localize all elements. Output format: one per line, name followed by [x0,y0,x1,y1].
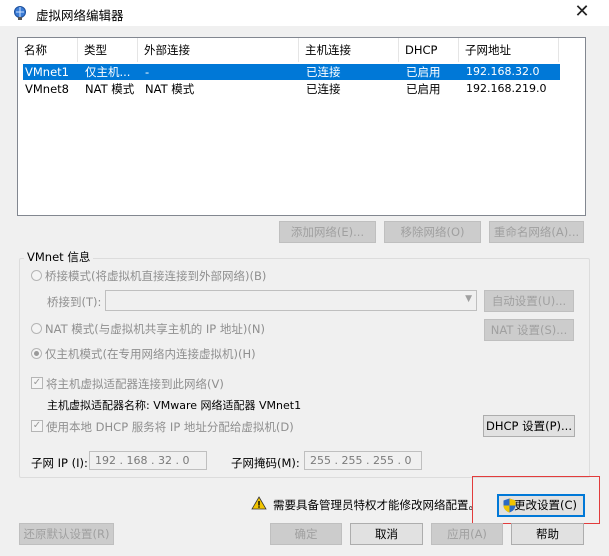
cell-dhcp: 已启用 [406,65,441,79]
bridge-mode-label: 桥接模式(将虚拟机直接连接到外部网络)(B) [45,269,267,283]
cancel-button[interactable]: 取消 [350,523,423,545]
cell-name: VMnet8 [25,82,69,96]
cell-type: 仅主机... [85,65,131,79]
vmnet-info-label: VMnet 信息 [24,249,94,265]
cell-type: NAT 模式 [85,82,135,96]
nat-mode-label: NAT 模式(与虚拟机共享主机的 IP 地址)(N) [45,322,265,336]
column-header-name[interactable]: 名称 [18,38,78,62]
host-only-mode-radio[interactable] [31,348,42,359]
subnet-ip-field[interactable]: 192 . 168 . 32 . 0 [89,451,207,470]
rename-network-button[interactable]: 重命名网络(A)... [489,221,584,243]
cell-subnet: 192.168.32.0 [466,65,540,78]
cell-external: - [145,65,150,79]
column-header-type[interactable]: 类型 [78,38,138,62]
network-table[interactable]: 名称 类型 外部连接 主机连接 DHCP 子网地址 VMnet1 仅主机... … [17,37,586,216]
help-button[interactable]: 帮助 [511,523,584,545]
column-header-host[interactable]: 主机连接 [299,38,399,62]
bridge-to-select[interactable]: ▼ [105,290,477,311]
ok-button[interactable]: 确定 [270,523,342,545]
restore-defaults-button[interactable]: 还原默认设置(R) [19,523,114,545]
subnet-mask-field[interactable]: 255 . 255 . 255 . 0 [304,451,422,470]
use-dhcp-label: 使用本地 DHCP 服务将 IP 地址分配给虚拟机(D) [46,420,294,434]
remove-network-button[interactable]: 移除网络(O) [384,221,481,243]
connect-adapter-checkbox[interactable]: ✓ [31,377,43,389]
use-dhcp-checkbox[interactable]: ✓ [31,420,43,432]
add-network-button[interactable]: 添加网络(E)... [279,221,376,243]
close-icon[interactable]: ✕ [568,2,596,24]
subnet-ip-label: 子网 IP (I): [31,456,88,470]
auto-settings-button[interactable]: 自动设置(U)... [484,290,574,312]
connect-adapter-label: 将主机虚拟适配器连接到此网络(V) [46,377,224,391]
host-only-mode-label: 仅主机模式(在专用网络内连接虚拟机)(H) [45,347,256,361]
dhcp-settings-button[interactable]: DHCP 设置(P)... [483,415,575,437]
apply-button[interactable]: 应用(A) [431,523,503,545]
cell-host: 已连接 [306,65,341,79]
column-header-subnet[interactable]: 子网地址 [459,38,559,62]
adapter-name-text: 主机虚拟适配器名称: VMware 网络适配器 VMnet1 [47,399,302,412]
table-row[interactable]: VMnet1 仅主机... - 已连接 已启用 192.168.32.0 [23,64,560,80]
window-title: 虚拟网络编辑器 [36,8,124,23]
bridge-to-label: 桥接到(T): [47,295,102,309]
cell-subnet: 192.168.219.0 [466,82,547,95]
network-editor-icon [14,6,26,20]
nat-mode-radio[interactable] [31,323,42,334]
cell-name: VMnet1 [25,65,69,79]
subnet-mask-label: 子网掩码(M): [231,456,300,470]
column-header-external[interactable]: 外部连接 [138,38,299,62]
bridge-mode-radio[interactable] [31,270,42,281]
admin-notice: 需要具备管理员特权才能修改网络配置。 [273,498,480,512]
warning-icon [251,496,267,510]
cell-external: NAT 模式 [145,82,195,96]
column-header-dhcp[interactable]: DHCP [399,38,459,62]
chevron-down-icon: ▼ [465,294,472,304]
cell-host: 已连接 [306,82,341,96]
highlight-box [472,476,600,524]
cell-dhcp: 已启用 [406,82,441,96]
table-row[interactable]: VMnet8 NAT 模式 NAT 模式 已连接 已启用 192.168.219… [23,81,560,97]
nat-settings-button[interactable]: NAT 设置(S)... [484,319,574,341]
